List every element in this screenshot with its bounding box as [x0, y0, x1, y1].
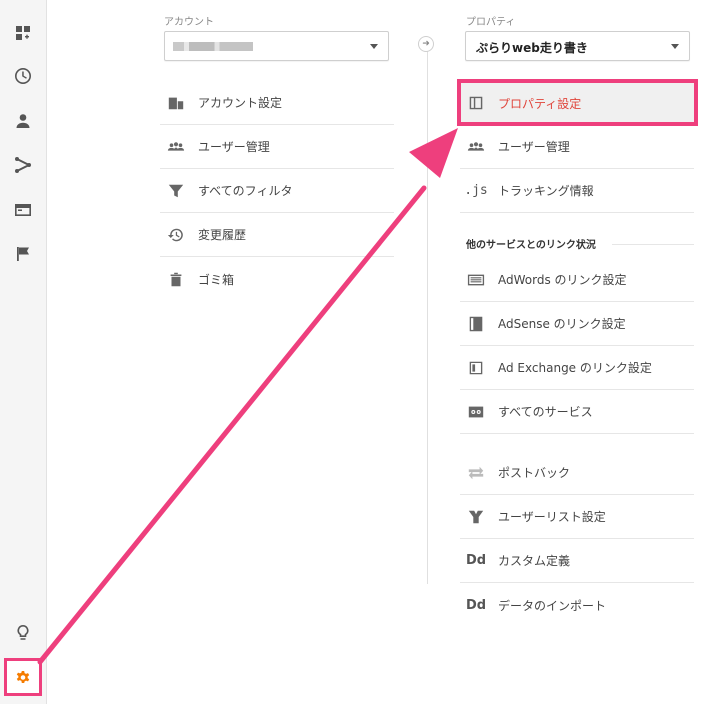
account-settings-item[interactable]: アカウント設定 — [160, 81, 394, 125]
all-services-item[interactable]: すべてのサービス — [460, 390, 694, 434]
gear-icon — [16, 671, 30, 683]
tracking-info-item[interactable]: .js トラッキング情報 — [460, 169, 694, 213]
property-settings-item[interactable]: プロパティ設定 — [460, 81, 694, 125]
adwords-link-label: AdWords のリンク設定 — [498, 273, 627, 287]
property-select-value: ぷらりweb走り書き — [476, 41, 588, 55]
tracking-info-label: トラッキング情報 — [498, 184, 594, 198]
postback-item[interactable]: ポストバック — [460, 451, 694, 495]
change-history-label: 変更履歴 — [198, 228, 247, 242]
history-icon — [166, 225, 186, 245]
flag-icon[interactable] — [0, 234, 46, 274]
acquisition-icon[interactable] — [0, 145, 46, 185]
trash-label: ゴミ箱 — [198, 272, 235, 287]
account-column-label: アカウント — [164, 17, 214, 28]
admin-gear-button[interactable] — [4, 658, 42, 696]
users-icon — [466, 137, 486, 157]
lightbulb-icon[interactable] — [0, 613, 46, 653]
ad-exchange-link-item[interactable]: Ad Exchange のリンク設定 — [460, 346, 694, 390]
chevron-down-icon — [370, 44, 378, 49]
column-divider — [427, 42, 428, 584]
building-icon — [166, 93, 186, 113]
dashboard-icon[interactable] — [0, 13, 46, 53]
adsense-icon — [466, 314, 486, 334]
property-icon — [466, 93, 486, 113]
property-select[interactable]: ぷらりweb走り書き — [465, 31, 690, 61]
property-user-management-label: ユーザー管理 — [498, 140, 570, 154]
adwords-link-item[interactable]: AdWords のリンク設定 — [460, 258, 694, 302]
trash-item[interactable]: ゴミ箱 — [160, 257, 394, 301]
custom-definitions-label: カスタム定義 — [498, 554, 571, 568]
adsense-link-label: AdSense のリンク設定 — [498, 317, 626, 331]
property-column-label: プロパティ — [466, 17, 516, 28]
linked-services-heading: 他のサービスとのリンク状況 — [466, 240, 596, 251]
property-settings-label: プロパティ設定 — [498, 96, 582, 111]
adsense-link-item[interactable]: AdSense のリンク設定 — [460, 302, 694, 346]
property-user-management-item[interactable]: ユーザー管理 — [460, 125, 694, 169]
account-user-management-label: ユーザー管理 — [198, 140, 270, 154]
user-list-settings-item[interactable]: ユーザーリスト設定 — [460, 495, 694, 539]
account-user-management-item[interactable]: ユーザー管理 — [160, 125, 394, 169]
dd-icon: Dd — [465, 553, 487, 568]
all-filters-label: すべてのフィルタ — [198, 184, 293, 198]
behavior-icon[interactable] — [0, 190, 46, 230]
all-services-icon — [466, 402, 486, 422]
user-list-icon — [466, 507, 486, 527]
adwords-icon — [466, 270, 486, 290]
filter-icon — [166, 181, 186, 201]
account-select[interactable] — [164, 31, 389, 61]
ad-exchange-icon — [466, 358, 486, 378]
custom-definitions-item[interactable]: Dd カスタム定義 — [460, 539, 694, 583]
chevron-down-icon — [671, 44, 679, 49]
account-settings-label: アカウント設定 — [198, 96, 283, 110]
data-import-label: データのインポート — [498, 598, 607, 613]
postback-icon — [466, 463, 486, 483]
postback-label: ポストバック — [498, 466, 571, 480]
change-history-item[interactable]: 変更履歴 — [160, 213, 394, 257]
trash-icon — [166, 269, 186, 289]
js-icon: .js — [464, 183, 488, 198]
all-filters-item[interactable]: すべてのフィルタ — [160, 169, 394, 213]
user-list-settings-label: ユーザーリスト設定 — [498, 510, 606, 524]
clock-icon[interactable] — [0, 56, 46, 96]
redacted-account-name — [173, 42, 253, 51]
ad-exchange-link-label: Ad Exchange のリンク設定 — [498, 361, 652, 375]
dd-icon: Dd — [465, 597, 487, 613]
users-icon — [166, 137, 186, 157]
person-icon[interactable] — [0, 101, 46, 141]
all-services-label: すべてのサービス — [498, 405, 593, 419]
arrow-right-icon: ➜ — [418, 36, 434, 52]
section-divider — [612, 244, 694, 245]
data-import-item[interactable]: Dd データのインポート — [460, 583, 694, 627]
left-sidebar — [0, 0, 47, 704]
